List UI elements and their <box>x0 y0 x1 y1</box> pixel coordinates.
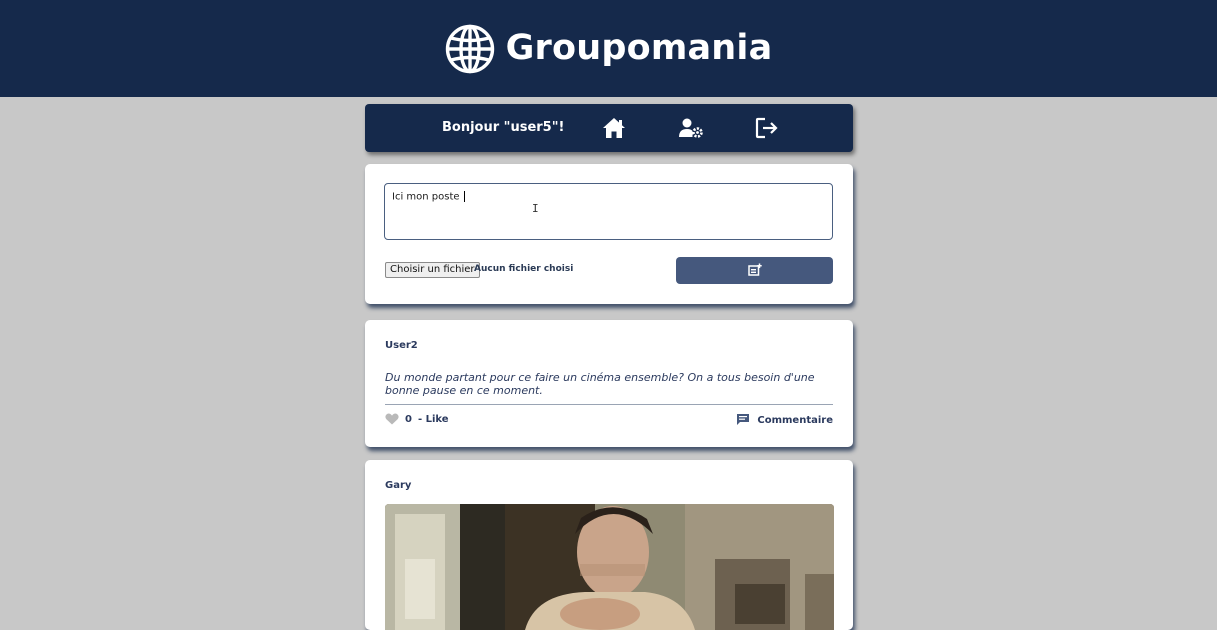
ibeam-cursor-icon: I <box>532 202 539 215</box>
new-post-icon <box>747 261 762 280</box>
brand[interactable]: Groupomania <box>445 24 773 74</box>
gif-image <box>385 504 834 630</box>
greeting-text: Bonjour "user5"! <box>442 120 565 135</box>
brand-name: Groupomania <box>505 27 773 68</box>
comment-button[interactable]: Commentaire <box>736 413 833 428</box>
choose-file-button[interactable]: Choisir un fichier <box>385 262 480 278</box>
post-card: Gary <box>365 460 853 630</box>
logout-icon <box>755 117 779 139</box>
post-body: Du monde partant pour ce faire un cinéma… <box>385 371 815 397</box>
user-settings-button[interactable] <box>678 115 704 141</box>
submit-post-button[interactable] <box>676 257 833 284</box>
post-textarea[interactable]: Ici mon poste I <box>384 183 833 240</box>
like-count: 0 <box>405 413 412 425</box>
like-section: 0 - Like <box>385 413 449 425</box>
file-status-text: Aucun fichier choisi <box>474 264 574 274</box>
post-composer: Ici mon poste I Choisir un fichier Aucun… <box>365 164 853 304</box>
site-header: Groupomania <box>0 0 1217 97</box>
user-settings-icon <box>679 118 703 138</box>
user-navbar: Bonjour "user5"! <box>365 104 853 152</box>
home-icon <box>602 117 626 139</box>
post-divider <box>385 404 833 405</box>
text-caret <box>463 191 465 202</box>
like-button[interactable]: - Like <box>418 414 449 425</box>
post-author[interactable]: User2 <box>385 340 418 351</box>
post-text-value: Ici mon poste <box>392 191 463 203</box>
logout-button[interactable] <box>754 115 780 141</box>
globe-icon <box>445 24 495 74</box>
post-card: User2 Du monde partant pour ce faire un … <box>365 320 853 447</box>
comment-label: Commentaire <box>757 415 833 426</box>
post-author[interactable]: Gary <box>385 480 411 491</box>
home-button[interactable] <box>601 115 627 141</box>
heart-icon[interactable] <box>385 413 399 425</box>
comment-icon <box>736 413 750 428</box>
